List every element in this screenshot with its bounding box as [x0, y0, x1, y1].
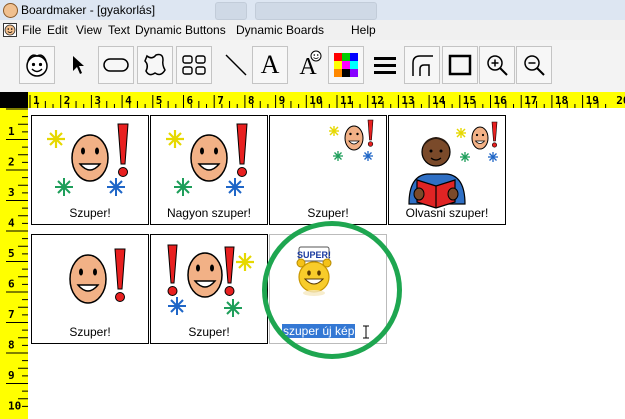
grid-tool-button[interactable] [176, 46, 212, 84]
ruler-label: 12 [371, 94, 384, 107]
corner-style-button[interactable] [404, 46, 440, 84]
ruler-label: 9 [8, 369, 15, 382]
zoom-in-icon [487, 55, 508, 76]
ruler-label: 18 [555, 94, 568, 107]
pointer-tool-icon [73, 56, 84, 74]
ruler-label: 6 [187, 94, 194, 107]
ruler-label: 3 [8, 186, 15, 199]
ruler-label: 8 [248, 94, 255, 107]
document-face-icon[interactable] [3, 23, 17, 37]
frame-icon [448, 54, 472, 76]
cell-label: Olvasni szuper! [405, 206, 489, 220]
line-thickness-button[interactable] [367, 46, 403, 84]
rounded-rect-tool-icon [103, 58, 129, 72]
zoom-out-button[interactable] [516, 46, 552, 84]
line-tool-icon [225, 54, 247, 76]
cell-label: Szuper! [307, 206, 349, 220]
ruler-label: 5 [156, 94, 163, 107]
ruler-label: 4 [125, 94, 132, 107]
title-bar: Boardmaker - [gyakorlás] [0, 0, 625, 21]
ruler-label: 1 [8, 125, 15, 138]
ruler-label: 3 [94, 94, 101, 107]
ruler-label: 8 [8, 339, 15, 352]
menu-text[interactable]: Text [108, 23, 130, 37]
cell-label: Szuper! [188, 325, 230, 339]
frame-button[interactable] [442, 46, 478, 84]
ruler-corner [0, 92, 28, 108]
cell-label: Nagyon szuper! [166, 206, 252, 220]
line-tool-button[interactable] [218, 46, 254, 84]
ruler-label: 20 [616, 94, 625, 107]
text-tool-icon: A [260, 50, 280, 79]
board-cell[interactable]: Szuper! [31, 115, 149, 225]
highlight-circle [262, 221, 402, 359]
toolbar: A A [0, 40, 625, 93]
grid-tool-icon [182, 55, 206, 75]
ruler-label: 1 [33, 94, 40, 107]
menu-dynamic-buttons[interactable]: Dynamic Buttons [135, 23, 226, 37]
text-tool-button[interactable]: A [252, 46, 288, 84]
color-palette-button[interactable] [328, 46, 364, 84]
ruler-label: 2 [64, 94, 71, 107]
ruler-label: 13 [401, 94, 414, 107]
ruler-label: 19 [586, 94, 599, 107]
freeform-tool-icon [144, 53, 166, 76]
ruler-label: 16 [494, 94, 508, 107]
ruler-label: 17 [524, 94, 537, 107]
board-cell[interactable]: Szuper! [31, 234, 149, 344]
freeform-tool-button[interactable] [137, 46, 173, 84]
ruler-label: 14 [432, 94, 446, 107]
symbol-text-tool-button[interactable]: A [290, 46, 326, 84]
menu-view[interactable]: View [76, 23, 102, 37]
zoom-in-button[interactable] [479, 46, 515, 84]
menu-dynamic-boards[interactable]: Dynamic Boards [236, 23, 324, 37]
ruler-label: 4 [8, 217, 15, 230]
line-thickness-icon [374, 57, 396, 74]
board-cell[interactable]: Szuper! [150, 234, 268, 344]
horizontal-ruler[interactable]: 1234567891011121314151617181920 [28, 92, 625, 108]
ruler-label: 11 [340, 94, 354, 107]
ruler-label: 2 [8, 156, 15, 169]
zoom-out-icon [524, 55, 545, 76]
app-icon [3, 3, 18, 18]
board-cell[interactable]: Olvasni szuper! [388, 115, 506, 225]
ruler-label: 6 [8, 278, 15, 291]
ruler-row: 1234567891011121314151617181920 [0, 92, 625, 108]
ruler-label: 10 [309, 94, 322, 107]
board-cell[interactable]: Szuper! [269, 115, 387, 225]
ruler-label: 7 [217, 94, 224, 107]
menu-edit[interactable]: Edit [47, 23, 68, 37]
menu-bar: File Edit View Text Dynamic Buttons Dyna… [0, 20, 625, 41]
cell-label: Szuper! [69, 206, 111, 220]
face-tool-button[interactable] [19, 46, 55, 84]
ruler-label: 15 [463, 94, 476, 107]
ruler-label: 7 [8, 308, 15, 321]
ruler-label: 5 [8, 247, 15, 260]
smiley-mini-icon [310, 50, 322, 62]
pointer-tool-button[interactable] [60, 46, 96, 84]
ruler-label: 10 [8, 400, 21, 413]
vertical-ruler[interactable]: 1 2 3 4 5 6 7 8 9 10 [0, 108, 28, 419]
cell-label: Szuper! [69, 325, 111, 339]
ruler-label: 9 [279, 94, 286, 107]
corner-style-icon [412, 55, 433, 76]
board-cell[interactable]: Nagyon szuper! [150, 115, 268, 225]
menu-help[interactable]: Help [351, 23, 376, 37]
face-tool-icon [26, 54, 48, 77]
menu-file[interactable]: File [22, 23, 41, 37]
window-title: Boardmaker - [gyakorlás] [21, 3, 156, 17]
color-palette-icon [334, 53, 358, 77]
ghost-tab [255, 2, 377, 20]
ghost-tab [215, 2, 247, 20]
rounded-rect-tool-button[interactable] [98, 46, 134, 84]
board-canvas[interactable]: Szuper! Nagyon szuper! Szuper! Olvasni s… [28, 108, 625, 419]
